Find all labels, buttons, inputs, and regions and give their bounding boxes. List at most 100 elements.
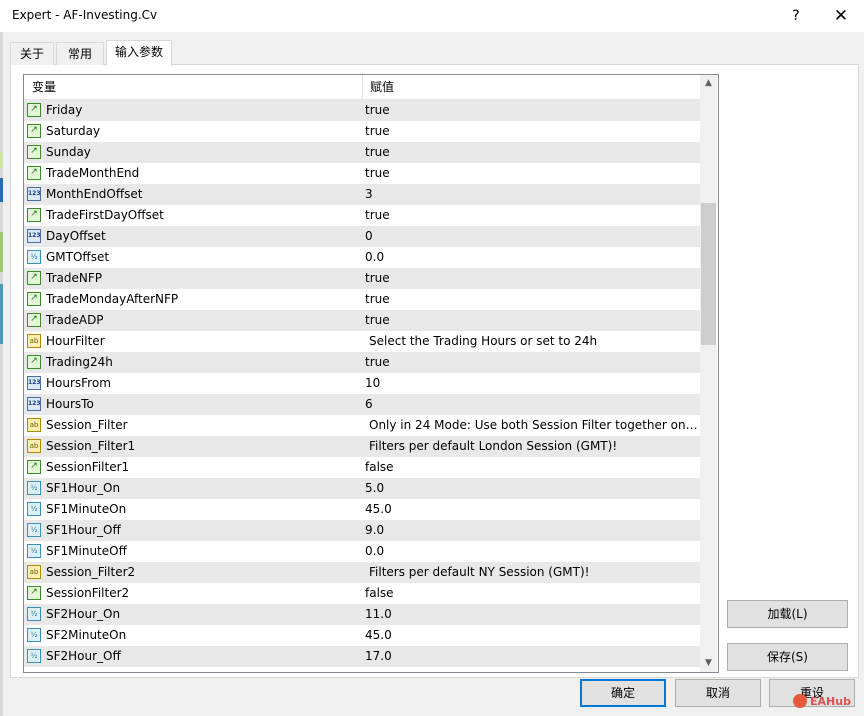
parameter-row[interactable]: 123 MonthEndOffset 3 — [24, 184, 700, 205]
parameter-row[interactable]: ½ SF2MinuteOn 45.0 — [24, 625, 700, 646]
column-header-variable[interactable]: 变量 — [32, 75, 56, 99]
parameter-row[interactable]: ½ SF2Hour_On 11.0 — [24, 604, 700, 625]
parameter-value[interactable]: 0.0 — [365, 247, 695, 268]
parameter-name: SessionFilter2 — [46, 586, 130, 600]
parameter-row[interactable]: ↗ SessionFilter1 false — [24, 457, 700, 478]
parameter-row[interactable]: ½ SF1MinuteOff 0.0 — [24, 541, 700, 562]
parameter-row[interactable]: ½ SF1Hour_On 5.0 — [24, 478, 700, 499]
parameter-value[interactable]: false — [365, 457, 695, 478]
parameter-value[interactable]: true — [365, 142, 695, 163]
parameter-row[interactable]: ½ SF2Hour_Off 17.0 — [24, 646, 700, 667]
edge-mark — [0, 178, 3, 202]
parameter-value[interactable]: Only in 24 Mode: Use both Session Filter… — [369, 415, 699, 436]
parameter-value[interactable]: 9.0 — [365, 520, 695, 541]
parameter-row[interactable]: ↗ Trading24h true — [24, 352, 700, 373]
parameter-value[interactable]: true — [365, 289, 695, 310]
tab-inputs[interactable]: 输入参数 — [106, 40, 172, 66]
parameter-value[interactable]: true — [365, 268, 695, 289]
parameter-value[interactable]: 10 — [365, 373, 695, 394]
parameter-value[interactable]: Select the Trading Hours or set to 24h — [369, 331, 699, 352]
parameter-value[interactable]: true — [365, 310, 695, 331]
parameter-value[interactable]: 45.0 — [365, 625, 695, 646]
boolean-icon: ↗ — [27, 145, 41, 159]
parameter-value[interactable]: true — [365, 121, 695, 142]
parameter-value[interactable]: 11.0 — [365, 604, 695, 625]
parameter-row[interactable]: ½ GMTOffset 0.0 — [24, 247, 700, 268]
boolean-icon: ↗ — [27, 124, 41, 138]
parameter-row[interactable]: ↗ SessionFilter2 false — [24, 583, 700, 604]
parameter-row[interactable]: ↗ TradeADP true — [24, 310, 700, 331]
parameter-row[interactable]: ↗ TradeFirstDayOffset true — [24, 205, 700, 226]
parameter-row[interactable]: ↗ TradeNFP true — [24, 268, 700, 289]
parameter-row[interactable]: ab Session_Filter1 Filters per default Lon… — [24, 436, 700, 457]
list-header: 变量 赋值 — [24, 75, 700, 100]
vertical-scrollbar[interactable]: ▲ ▼ — [700, 75, 717, 672]
parameter-name: DayOffset — [46, 229, 106, 243]
parameter-name: TradeMondayAfterNFP — [46, 292, 179, 306]
parameter-name: Session_Filter2 — [46, 565, 136, 579]
window-title: Expert - AF-Investing.Cv — [12, 8, 158, 22]
parameter-row[interactable]: ↗ Saturday true — [24, 121, 700, 142]
parameter-name: Session_Filter — [46, 418, 128, 432]
parameter-value[interactable]: 0 — [365, 226, 695, 247]
parameter-name: SF1Hour_Off — [46, 523, 121, 537]
parameter-row[interactable]: ab HourFilter Select the Trading Hours or … — [24, 331, 700, 352]
parameter-row[interactable]: ab Session_Filter2 Filters per default NY … — [24, 562, 700, 583]
parameter-value[interactable]: 17.0 — [365, 646, 695, 667]
tab-about[interactable]: 关于 — [10, 42, 54, 65]
load-button[interactable]: 加载(L) — [727, 600, 848, 628]
parameter-row[interactable]: 123 HoursTo 6 — [24, 394, 700, 415]
parameter-name: GMTOffset — [46, 250, 110, 264]
parameter-value[interactable]: true — [365, 100, 695, 121]
parameter-value[interactable]: 0.0 — [365, 541, 695, 562]
parameter-row[interactable]: 123 HoursFrom 10 — [24, 373, 700, 394]
parameter-row[interactable]: ab Session_Filter Only in 24 Mode: Use bot… — [24, 415, 700, 436]
tab-common[interactable]: 常用 — [56, 42, 104, 65]
parameter-value[interactable]: true — [365, 205, 695, 226]
parameter-row[interactable]: 123 DayOffset 0 — [24, 226, 700, 247]
parameter-row[interactable]: ↗ Friday true — [24, 100, 700, 121]
close-button[interactable]: ✕ — [826, 4, 856, 28]
parameter-row[interactable]: ½ SF1MinuteOn 45.0 — [24, 499, 700, 520]
double-icon: ½ — [27, 649, 41, 663]
scroll-down-arrow-icon[interactable]: ▼ — [700, 655, 717, 672]
parameters-list[interactable]: 变量 赋值 ↗ Friday true ↗ Saturday true ↗ Sunday tru… — [23, 74, 719, 673]
scroll-thumb[interactable] — [701, 203, 716, 345]
parameter-value[interactable]: 3 — [365, 184, 695, 205]
boolean-icon: ↗ — [27, 166, 41, 180]
parameter-name: TradeADP — [46, 313, 104, 327]
cancel-button[interactable]: 取消 — [675, 679, 761, 707]
double-icon: ½ — [27, 502, 41, 516]
parameter-value[interactable]: 5.0 — [365, 478, 695, 499]
title-bar: Expert - AF-Investing.Cv ? ✕ — [0, 0, 864, 32]
boolean-icon: ↗ — [27, 313, 41, 327]
help-button[interactable]: ? — [782, 4, 810, 28]
column-divider[interactable] — [362, 75, 363, 99]
parameter-row[interactable]: ↗ TradeMondayAfterNFP true — [24, 289, 700, 310]
save-button[interactable]: 保存(S) — [727, 643, 848, 671]
parameter-value[interactable]: true — [365, 163, 695, 184]
scroll-up-arrow-icon[interactable]: ▲ — [700, 75, 717, 92]
parameter-value[interactable]: true — [365, 352, 695, 373]
parameter-value[interactable]: false — [365, 583, 695, 604]
parameter-value[interactable]: 45.0 — [365, 499, 695, 520]
parameter-value[interactable]: 6 — [365, 394, 695, 415]
parameter-row[interactable]: ½ SF1Hour_Off 9.0 — [24, 520, 700, 541]
parameter-value[interactable]: Filters per default NY Session (GMT)! — [369, 562, 699, 583]
integer-icon: 123 — [27, 397, 41, 411]
parameter-name: SessionFilter1 — [46, 460, 130, 474]
parameter-name: SF2Hour_On — [46, 607, 121, 621]
boolean-icon: ↗ — [27, 355, 41, 369]
parameter-name: Session_Filter1 — [46, 439, 136, 453]
edge-mark — [0, 284, 3, 344]
ok-button[interactable]: 确定 — [580, 679, 666, 707]
parameter-row[interactable]: ↗ Sunday true — [24, 142, 700, 163]
boolean-icon: ↗ — [27, 103, 41, 117]
double-icon: ½ — [27, 544, 41, 558]
parameter-row[interactable]: ↗ TradeMonthEnd true — [24, 163, 700, 184]
parameter-value[interactable]: Filters per default London Session (GMT)… — [369, 436, 699, 457]
parameter-name: TradeMonthEnd — [46, 166, 140, 180]
double-icon: ½ — [27, 523, 41, 537]
parameter-name: Trading24h — [46, 355, 113, 369]
column-header-value[interactable]: 赋值 — [370, 75, 394, 99]
